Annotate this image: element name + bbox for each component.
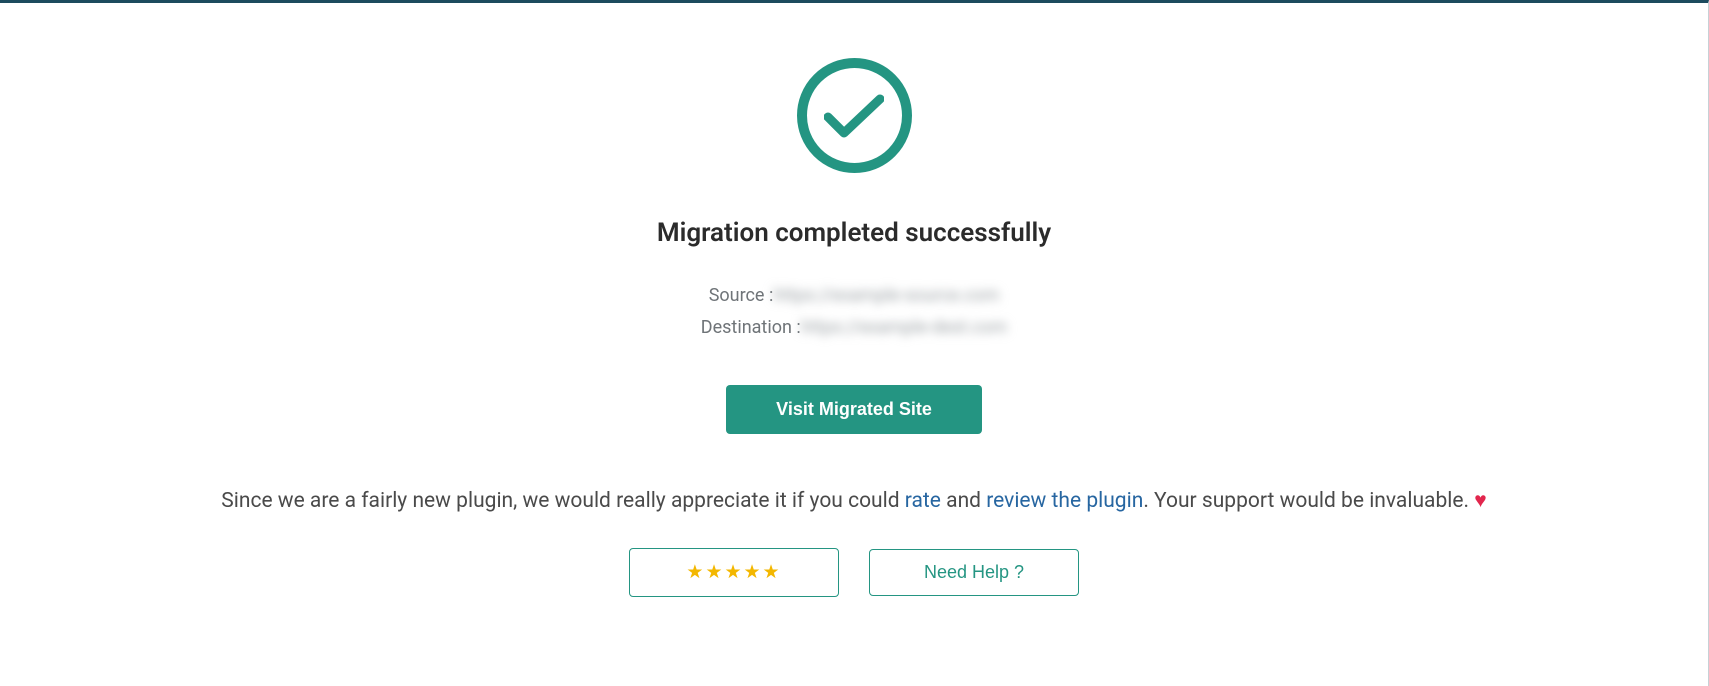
star-icons: ★★★★★ [686,561,781,584]
destination-value: https://example-dest.com [801,317,1007,338]
appreciation-part3: . Your support would be invaluable. [1143,489,1474,513]
migration-info: Source :https://example-source.com Desti… [701,280,1007,345]
source-value: https://example-source.com [773,285,999,306]
visit-migrated-site-button[interactable]: Visit Migrated Site [726,385,982,434]
appreciation-text: Since we are a fairly new plugin, we wou… [141,489,1566,513]
source-label: Source : [709,285,774,306]
need-help-button[interactable]: Need Help ? [869,549,1079,596]
review-link[interactable]: review the plugin [986,489,1143,513]
heart-icon: ♥ [1474,489,1486,513]
appreciation-part2: and [941,489,986,513]
rate-stars-button[interactable]: ★★★★★ [629,548,839,597]
rate-link[interactable]: rate [905,489,941,513]
appreciation-part1: Since we are a fairly new plugin, we wou… [221,489,905,513]
success-check-icon [797,58,912,173]
page-title: Migration completed successfully [657,218,1051,248]
destination-label: Destination : [701,317,801,338]
